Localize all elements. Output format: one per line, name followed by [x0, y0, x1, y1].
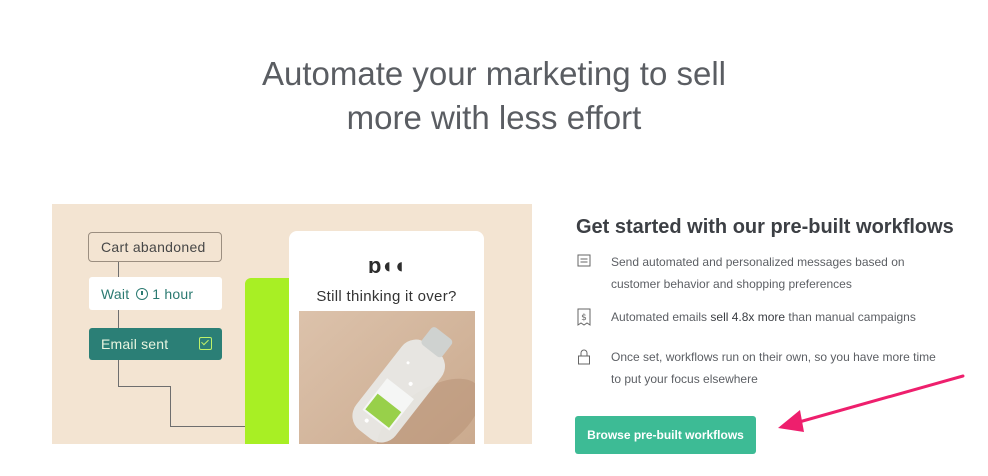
email-preview-card: ɒ◖◖ Still thinking it over? [289, 231, 484, 444]
clock-icon [136, 287, 149, 300]
accent-bar [245, 278, 293, 444]
page-headline: Automate your marketing to sell more wit… [0, 52, 988, 140]
bottle-illustration [299, 311, 475, 444]
feature-text-pre: Automated emails [611, 310, 711, 324]
wait-chip: Wait 1 hour [89, 277, 222, 310]
feature-text: Automated emails sell 4.8x more than man… [611, 306, 916, 328]
headline-line-2: more with less effort [346, 99, 642, 137]
email-sent-label: Email sent [101, 336, 169, 352]
workflows-title: Get started with our pre-built workflows [576, 215, 954, 238]
lock-icon [576, 348, 594, 370]
flow-connector [118, 262, 119, 277]
browse-workflows-button[interactable]: Browse pre-built workflows [575, 416, 756, 454]
headline-line-1: Automate your marketing to sell [261, 55, 727, 93]
dollar-receipt-icon: $ [576, 308, 594, 331]
wait-label: Wait [101, 285, 130, 302]
document-icon [576, 253, 594, 274]
brand-logo: ɒ◖◖ [367, 253, 406, 278]
feature-text-post: than manual campaigns [785, 310, 916, 324]
feature-item: $ Automated emails sell 4.8x more than m… [576, 306, 936, 331]
flow-connector [118, 310, 119, 328]
email-sent-chip: Email sent [89, 328, 222, 360]
pointer-arrow-icon [778, 374, 965, 432]
feature-item: Send automated and personalized messages… [576, 251, 936, 295]
cart-abandoned-label: Cart abandoned [101, 239, 206, 255]
product-photo [299, 311, 475, 444]
workflow-illustration: Cart abandoned Wait 1 hour Email sent ɒ◖… [52, 204, 532, 444]
flow-connector [170, 386, 171, 426]
feature-text: Send automated and personalized messages… [611, 255, 905, 291]
svg-text:$: $ [581, 313, 587, 323]
flow-connector [118, 360, 119, 386]
flow-connector [118, 386, 170, 387]
cart-abandoned-chip: Cart abandoned [88, 232, 222, 262]
feature-text-highlight: sell 4.8x more [710, 310, 786, 324]
email-preview-title: Still thinking it over? [316, 288, 457, 305]
checkbox-checked-icon [199, 337, 212, 350]
wait-value: 1 hour [152, 285, 194, 302]
